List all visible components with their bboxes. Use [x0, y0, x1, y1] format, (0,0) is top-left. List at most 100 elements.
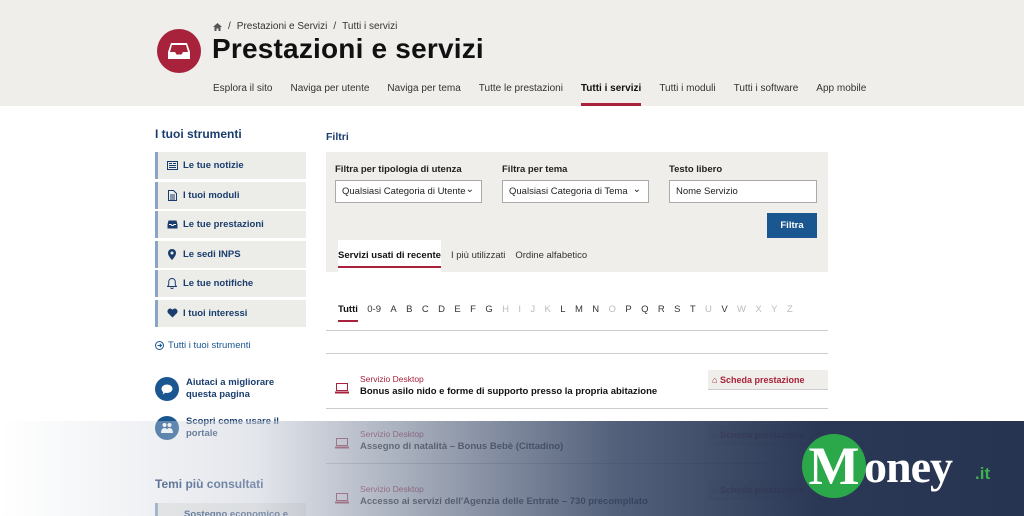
testo-label: Testo libero — [669, 164, 723, 175]
nav-app-mobile[interactable]: App mobile — [816, 83, 866, 106]
page-title: Prestazioni e servizi — [212, 33, 484, 64]
logo-suffix: .it — [975, 464, 991, 483]
inbox-tray-icon — [168, 43, 190, 59]
service-category: Servizio Desktop — [360, 374, 424, 384]
tab-alfabetico[interactable]: Ordine alfabetico — [515, 240, 587, 272]
breadcrumb: / Prestazioni e Servizi / Tutti i serviz… — [213, 21, 397, 32]
tema-sostegno[interactable]: Sostegno economico e allo — [155, 503, 306, 516]
service-category: Servizio Desktop — [360, 429, 424, 439]
card-label: Scheda prestazione — [719, 485, 805, 495]
logo-oney: oney — [864, 441, 953, 492]
letter-s[interactable]: S — [674, 304, 680, 318]
letter-a[interactable]: A — [390, 304, 396, 318]
help-portal-link[interactable]: Scopri come usare il portale — [155, 416, 305, 440]
letter-w: W — [737, 304, 747, 315]
letter-t[interactable]: T — [690, 304, 696, 318]
letter-0-9[interactable]: 0-9 — [367, 304, 381, 318]
nav-per-utente[interactable]: Naviga per utente — [290, 83, 369, 106]
nav-tutti-moduli[interactable]: Tutti i moduli — [659, 83, 715, 106]
testo-input[interactable]: Nome Servizio — [669, 180, 817, 203]
chevron-down-icon: ⌄ — [632, 184, 641, 195]
letter-q[interactable]: Q — [641, 304, 648, 318]
letter-o: O — [608, 304, 616, 315]
tool-label: Le tue notifiche — [183, 278, 254, 289]
desktop-icon — [335, 438, 349, 449]
tool-label: Le sedi INPS — [183, 248, 241, 260]
tool-label: Le tue prestazioni — [183, 219, 264, 230]
letter-tutti[interactable]: Tutti — [338, 304, 358, 322]
letter-r[interactable]: R — [658, 304, 665, 318]
page-header: / Prestazioni e Servizi / Tutti i serviz… — [0, 0, 1024, 106]
letter-z: Z — [786, 304, 793, 315]
divider — [326, 330, 828, 331]
tool-sedi[interactable]: Le sedi INPS — [155, 240, 306, 268]
filtra-button[interactable]: Filtra — [767, 213, 817, 238]
heart-icon — [166, 308, 178, 318]
service-category: Servizio Desktop — [360, 484, 424, 494]
section-logo — [157, 29, 201, 73]
help-label: Aiutaci a migliorare questa pagina — [186, 377, 275, 400]
tab-recenti[interactable]: Servizi usati di recente — [338, 240, 441, 272]
temi-title: Temi più consultati — [155, 477, 264, 491]
help-improve-link[interactable]: Aiutaci a migliorare questa pagina — [155, 377, 305, 401]
letter-x: X — [755, 304, 762, 315]
desktop-icon — [335, 383, 349, 394]
letter-g[interactable]: G — [485, 304, 492, 318]
letter-e[interactable]: E — [454, 304, 460, 318]
tool-prestazioni[interactable]: Le tue prestazioni — [155, 211, 306, 238]
tipologia-value: Qualsiasi Categoria di Utente — [342, 186, 466, 197]
divider — [326, 463, 828, 464]
service-row[interactable]: Servizio Desktop Accesso ai servizi dell… — [326, 474, 828, 516]
map-pin-icon — [166, 248, 178, 260]
divider — [326, 408, 828, 409]
letter-i: I — [518, 304, 522, 315]
letter-b[interactable]: B — [406, 304, 412, 318]
chevron-down-icon: ⌄ — [465, 184, 474, 195]
all-tools-link[interactable]: Tutti i tuoi strumenti — [155, 340, 251, 351]
tema-label: Filtra per tema — [502, 164, 568, 175]
tabs: Servizi usati di recente I più utilizzat… — [326, 240, 828, 272]
tool-interessi[interactable]: I tuoi interessi — [155, 299, 306, 327]
divider — [326, 353, 828, 354]
letter-f[interactable]: F — [470, 304, 476, 318]
nav-tutti-servizi[interactable]: Tutti i servizi — [580, 83, 642, 106]
tipologia-select[interactable]: Qualsiasi Categoria di Utente ⌄ — [335, 180, 482, 203]
service-name[interactable]: Assegno di natalità – Bonus Bebè (Cittad… — [360, 441, 563, 452]
inbox-icon — [166, 220, 178, 229]
letter-l[interactable]: L — [560, 304, 565, 318]
service-name[interactable]: Accesso ai servizi dell'Agenzia delle En… — [360, 496, 648, 507]
tool-moduli[interactable]: I tuoi moduli — [155, 181, 306, 209]
letter-c[interactable]: C — [422, 304, 429, 318]
nav-esplora[interactable]: Esplora il sito — [213, 83, 272, 106]
letter-v[interactable]: V — [721, 304, 727, 318]
filters-label: Filtri — [326, 131, 349, 143]
desktop-icon — [335, 493, 349, 504]
people-icon — [155, 416, 179, 440]
letter-n[interactable]: N — [592, 304, 599, 318]
tab-piu-utilizzati[interactable]: I più utilizzati — [451, 240, 505, 272]
tipologia-label: Filtra per tipologia di utenza — [335, 164, 462, 175]
scheda-prestazione-button[interactable]: ⌂ Scheda prestazione — [708, 370, 828, 390]
breadcrumb-item[interactable]: Prestazioni e Servizi — [237, 21, 328, 32]
letter-m[interactable]: M — [575, 304, 583, 318]
tool-notizie[interactable]: Le tue notizie — [155, 152, 306, 179]
sidebar-title: I tuoi strumenti — [155, 127, 242, 141]
breadcrumb-sep: / — [228, 21, 231, 32]
tema-select[interactable]: Qualsiasi Categoria di Tema ⌄ — [502, 180, 649, 203]
home-icon[interactable] — [213, 22, 222, 31]
all-tools-label: Tutti i tuoi strumenti — [168, 340, 251, 351]
tool-label: I tuoi interessi — [183, 307, 248, 319]
service-name[interactable]: Bonus asilo nido e forme di supporto pre… — [360, 386, 657, 397]
breadcrumb-item[interactable]: Tutti i servizi — [342, 21, 397, 32]
newspaper-icon — [166, 161, 178, 170]
letter-d[interactable]: D — [438, 304, 445, 318]
nav-tutti-software[interactable]: Tutti i software — [734, 83, 799, 106]
letter-j: J — [530, 304, 536, 315]
letter-y: Y — [771, 304, 778, 315]
tool-notifiche[interactable]: Le tue notifiche — [155, 270, 306, 297]
tool-label: Le tue notizie — [183, 160, 244, 171]
nav-per-tema[interactable]: Naviga per tema — [387, 83, 460, 106]
letter-p[interactable]: P — [625, 304, 631, 318]
breadcrumb-sep: / — [333, 21, 337, 32]
nav-tutte-prestazioni[interactable]: Tutte le prestazioni — [479, 83, 563, 106]
